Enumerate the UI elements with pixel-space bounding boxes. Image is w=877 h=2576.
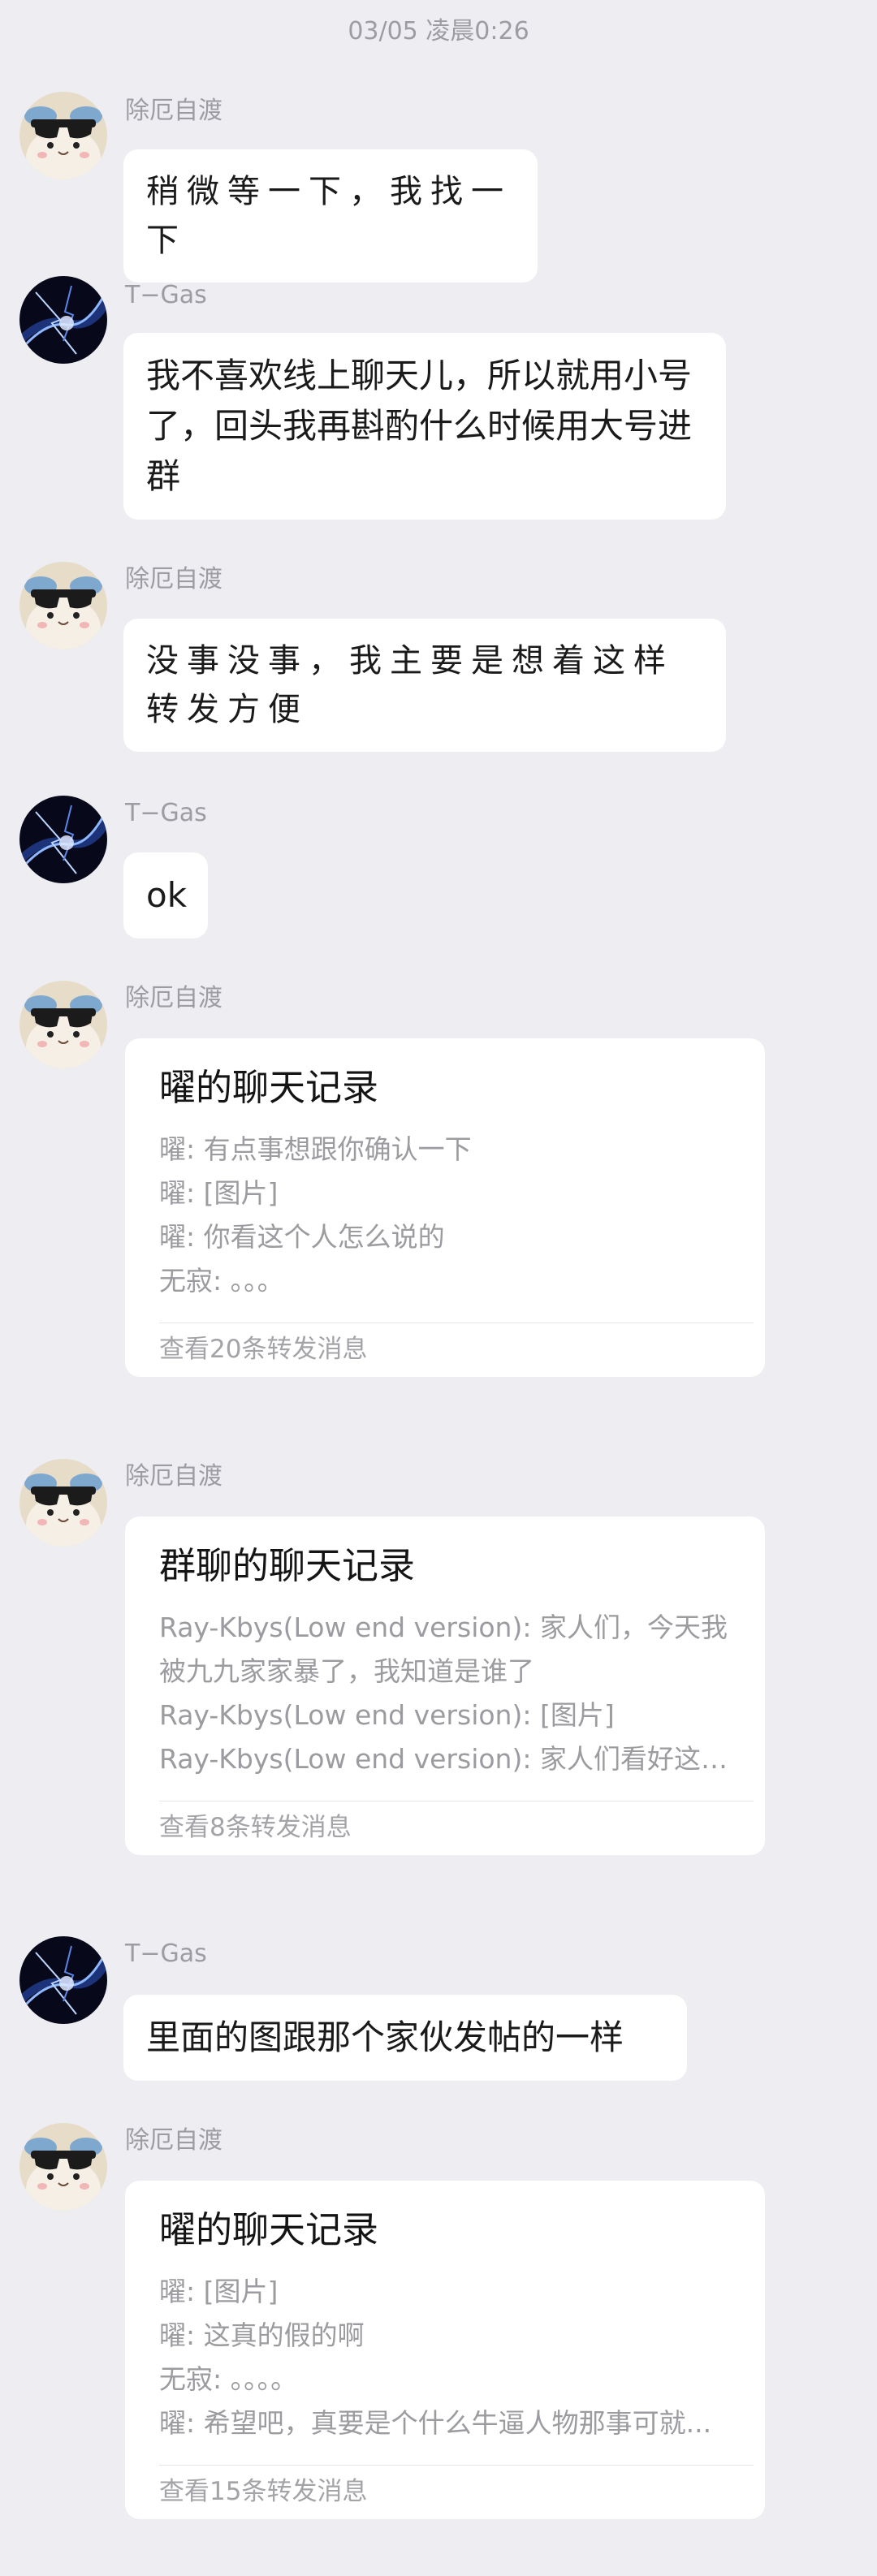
message-bubble[interactable]: 稍微等一下，我找一下: [123, 149, 538, 283]
hamster-sunglasses-avatar-icon: [19, 562, 107, 649]
sender-name: 除厄自渡: [125, 2126, 222, 2155]
message-bubble[interactable]: 里面的图跟那个家伙发帖的一样: [123, 1995, 687, 2081]
card-preview-line: Ray-Kbys(Low end version): [图片]: [159, 1699, 615, 1731]
hamster-sunglasses-avatar-icon: [19, 2123, 107, 2211]
avatar[interactable]: [19, 276, 107, 364]
avatar[interactable]: [19, 1459, 107, 1547]
card-preview-line: Ray-Kbys(Low end version): 家人们，今天我被九九家家暴…: [159, 1612, 728, 1687]
card-preview-line: 曜: 有点事想跟你确认一下: [159, 1133, 472, 1165]
message-text: 没事没事，我主要是想着这样转发方便: [146, 642, 674, 728]
card-preview-line: 无寂: 。。。: [159, 1265, 284, 1297]
sender-name: T−Gas: [125, 799, 207, 827]
forwarded-chat-card[interactable]: 群聊的聊天记录 Ray-Kbys(Low end version): 家人们，今…: [125, 1517, 765, 1855]
view-forwarded-messages-link[interactable]: 查看20条转发消息: [159, 1323, 742, 1377]
sender-name: T−Gas: [125, 281, 207, 309]
avatar[interactable]: [19, 92, 107, 179]
avatar[interactable]: [19, 981, 107, 1068]
card-title: 曜的聊天记录: [159, 1066, 379, 1109]
card-preview-line: 曜: 这真的假的啊: [159, 2319, 365, 2351]
avatar[interactable]: [19, 796, 107, 883]
view-forwarded-messages-link[interactable]: 查看15条转发消息: [159, 2466, 742, 2519]
sender-name: 除厄自渡: [125, 565, 222, 593]
card-preview-line: Ray-Kbys(Low end version): 家人们看好这两...: [159, 1743, 742, 1775]
chat-timestamp: 03/05 凌晨0:26: [348, 17, 529, 45]
hamster-sunglasses-avatar-icon: [19, 981, 107, 1068]
avatar[interactable]: [19, 1936, 107, 2024]
forwarded-chat-card[interactable]: 曜的聊天记录 曜: 有点事想跟你确认一下 曜: [图片] 曜: 你看这个人怎么说…: [125, 1038, 765, 1377]
sender-name: 除厄自渡: [125, 1462, 222, 1491]
card-preview-line: 曜: [图片]: [159, 2276, 279, 2307]
hamster-sunglasses-avatar-icon: [19, 92, 107, 179]
card-title: 群聊的聊天记录: [159, 1544, 416, 1587]
avatar[interactable]: [19, 2123, 107, 2211]
card-preview-line: 曜: 你看这个人怎么说的: [159, 1221, 445, 1253]
forwarded-chat-card[interactable]: 曜的聊天记录 曜: [图片] 曜: 这真的假的啊 无寂: 。。。。 曜: 希望吧…: [125, 2181, 765, 2519]
hamster-sunglasses-avatar-icon: [19, 1459, 107, 1547]
sender-name: 除厄自渡: [125, 97, 222, 125]
card-preview-line: 无寂: 。。。。: [159, 2363, 298, 2395]
message-text: 我不喜欢线上聊天儿，所以就用小号了，回头我再斟酌什么时候用大号进群: [146, 356, 693, 496]
card-title: 曜的聊天记录: [159, 2208, 379, 2251]
message-text: ok: [146, 875, 188, 915]
message-bubble[interactable]: 没事没事，我主要是想着这样转发方便: [123, 619, 726, 752]
sender-name: T−Gas: [125, 1940, 207, 1968]
card-preview-line: 曜: 希望吧，真要是个什么牛逼人物那事可就...: [159, 2407, 712, 2439]
blue-lightning-avatar-icon: [19, 1936, 107, 2024]
sender-name: 除厄自渡: [125, 984, 222, 1012]
blue-lightning-avatar-icon: [19, 276, 107, 364]
message-text: 稍微等一下，我找一下: [146, 173, 512, 259]
view-forwarded-messages-link[interactable]: 查看8条转发消息: [159, 1801, 742, 1855]
avatar[interactable]: [19, 562, 107, 649]
message-bubble[interactable]: ok: [123, 852, 208, 938]
message-text: 里面的图跟那个家伙发帖的一样: [146, 2017, 624, 2057]
card-preview-line: 曜: [图片]: [159, 1177, 279, 1209]
message-bubble[interactable]: 我不喜欢线上聊天儿，所以就用小号了，回头我再斟酌什么时候用大号进群: [123, 333, 726, 520]
blue-lightning-avatar-icon: [19, 796, 107, 883]
